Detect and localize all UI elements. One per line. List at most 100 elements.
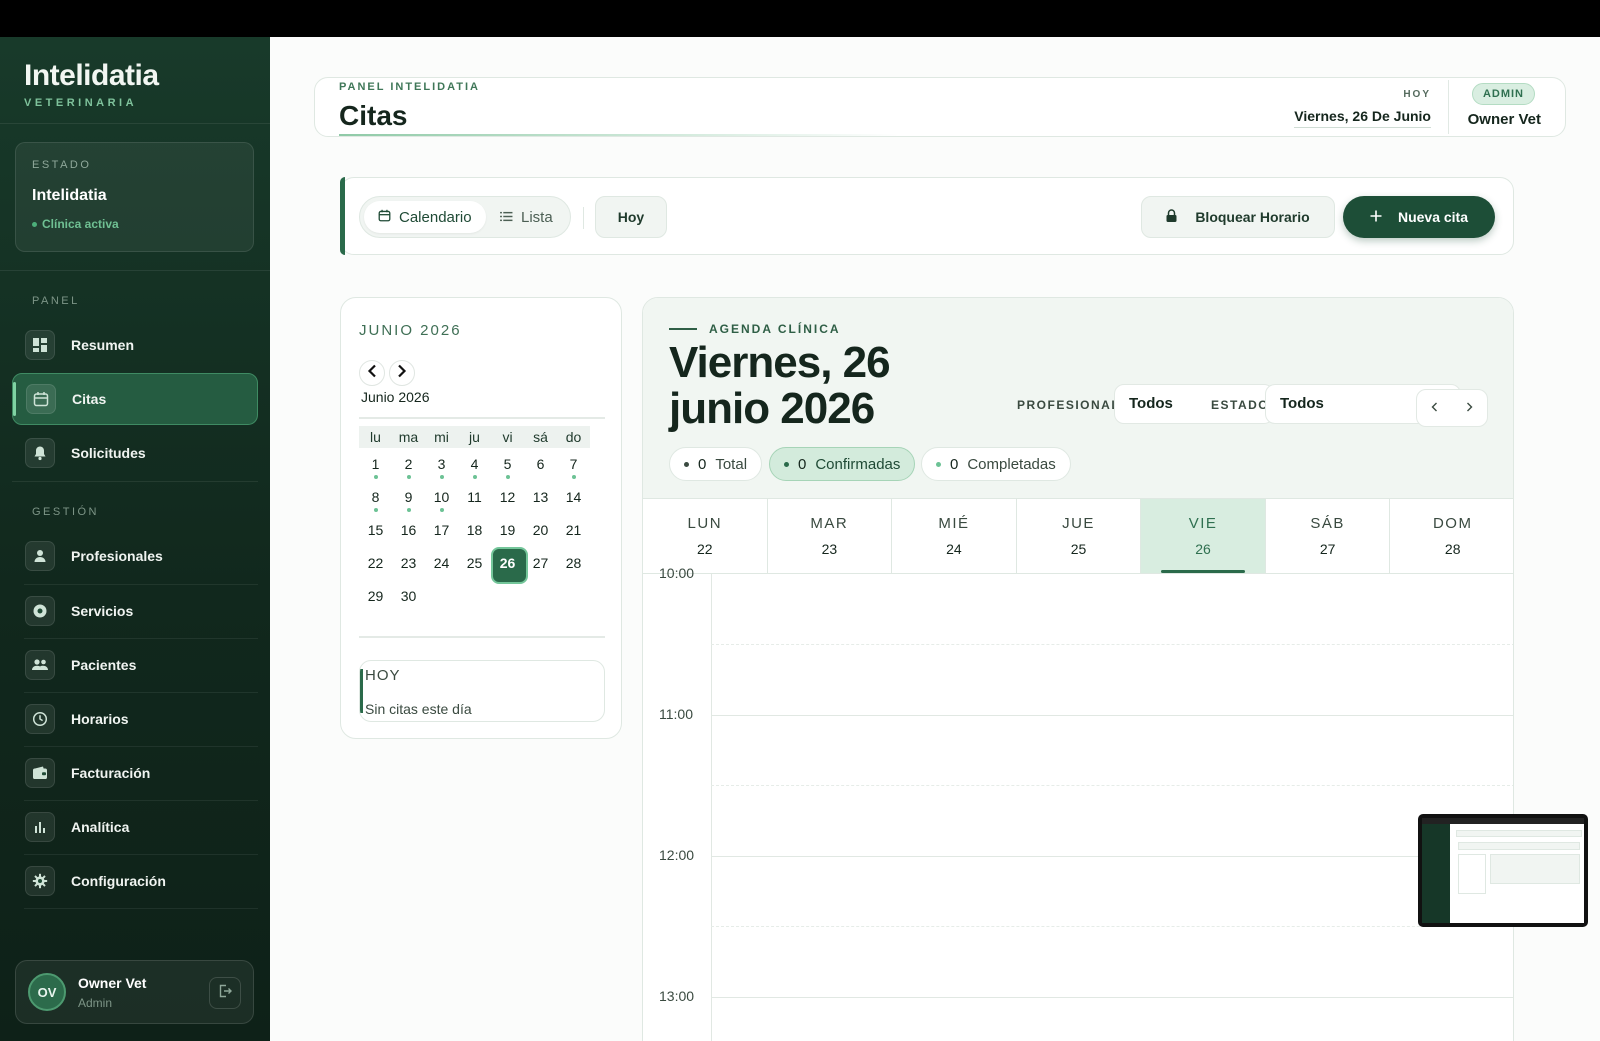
view-list-button[interactable]: Lista — [486, 201, 567, 233]
calendar-day[interactable]: 23 — [392, 547, 425, 580]
section-label-gestion: GESTIÓN — [32, 506, 100, 518]
calendar-day-selected[interactable]: 26 — [491, 547, 528, 584]
new-appointment-button[interactable]: Nueva cita — [1343, 196, 1495, 238]
calendar-day[interactable]: 2 — [392, 448, 425, 481]
calendar-day-number: 14 — [565, 489, 582, 505]
calendar-day[interactable]: 28 — [557, 547, 590, 580]
header-user-name[interactable]: Owner Vet — [1468, 111, 1541, 128]
block-schedule-label: Bloquear Horario — [1195, 209, 1310, 225]
sidebar-divider — [0, 123, 270, 124]
day-column-header[interactable]: MIÉ 24 — [892, 499, 1017, 573]
calendar-day[interactable]: 30 — [392, 580, 425, 613]
stat-chip-completadas[interactable]: 0 Completadas — [921, 447, 1071, 481]
logout-button[interactable] — [209, 977, 241, 1009]
sidebar-item-configuracion[interactable]: Configuración — [12, 855, 258, 907]
calendar-day[interactable]: 7 — [557, 448, 590, 481]
page-eyebrow: PANEL INTELIDATIA — [339, 81, 480, 93]
day-column-header[interactable]: SÁB 27 — [1266, 499, 1391, 573]
calendar-day[interactable]: 8 — [359, 481, 392, 514]
sidebar-item-horarios[interactable]: Horarios — [12, 693, 258, 745]
clinic-status-card: ESTADO Intelidatia Clínica activa — [15, 142, 254, 252]
calendar-day[interactable]: 25 — [458, 547, 491, 580]
day-name: SÁB — [1310, 515, 1345, 532]
calendar-day[interactable]: 3 — [425, 448, 458, 481]
mini-calendar-divider — [359, 417, 605, 419]
view-toggle: Calendario Lista — [359, 196, 571, 238]
plus-icon — [1370, 209, 1382, 225]
calendar-day[interactable]: 9 — [392, 481, 425, 514]
calendar-day[interactable]: 4 — [458, 448, 491, 481]
calendar-day-number: 16 — [400, 522, 417, 538]
day-column-header-today[interactable]: VIE 26 — [1141, 499, 1266, 573]
sidebar-divider — [0, 270, 270, 271]
calendar-day[interactable]: 1 — [359, 448, 392, 481]
calendar-day-number: 24 — [433, 555, 450, 571]
next-week-button[interactable] — [1452, 390, 1487, 426]
day-column-header[interactable]: LUN 22 — [643, 499, 768, 573]
chip-label: Confirmadas — [815, 455, 901, 473]
calendar-day[interactable]: 15 — [359, 514, 392, 547]
calendar-day[interactable]: 20 — [524, 514, 557, 547]
sidebar-item-solicitudes[interactable]: Solicitudes — [12, 427, 258, 479]
day-column-header[interactable]: JUE 25 — [1017, 499, 1142, 573]
calendar-week-row: 15 16 17 18 19 20 21 — [359, 514, 590, 547]
calendar-day[interactable]: 16 — [392, 514, 425, 547]
time-grid[interactable]: 10:00 11:00 12:00 13:00 — [643, 565, 1513, 1041]
sidebar-item-label: Horarios — [71, 711, 129, 727]
half-hour-line — [711, 644, 1513, 645]
role-badge: ADMIN — [1471, 83, 1535, 105]
calendar-day[interactable]: 24 — [425, 547, 458, 580]
lock-icon — [1166, 209, 1177, 225]
stat-chip-total[interactable]: 0 Total — [669, 447, 763, 481]
prev-week-button[interactable] — [1417, 390, 1452, 426]
stat-chip-confirmadas[interactable]: 0 Confirmadas — [769, 447, 916, 481]
bell-icon — [25, 438, 55, 468]
next-month-button[interactable] — [389, 360, 415, 386]
calendar-day[interactable]: 13 — [524, 481, 557, 514]
day-name: MAR — [810, 515, 849, 532]
calendar-day[interactable]: 19 — [491, 514, 524, 547]
calendar-day-number: 19 — [499, 522, 516, 538]
user-card[interactable]: OV Owner Vet Admin — [15, 960, 254, 1024]
brand-logo[interactable]: Intelidatia VETERINARIA — [24, 59, 159, 109]
calendar-day[interactable]: 17 — [425, 514, 458, 547]
sidebar-item-analitica[interactable]: Analítica — [12, 801, 258, 853]
time-label: 10:00 — [659, 565, 695, 581]
calendar-day[interactable]: 6 — [524, 448, 557, 481]
calendar-day[interactable]: 12 — [491, 481, 524, 514]
block-schedule-button[interactable]: Bloquear Horario — [1141, 196, 1335, 238]
calendar-day-number: 7 — [569, 456, 578, 472]
sidebar-item-citas[interactable]: Citas — [12, 373, 258, 425]
sidebar-item-facturacion[interactable]: Facturación — [12, 747, 258, 799]
today-summary-text: Sin citas este día — [365, 701, 472, 717]
sidebar-item-profesionales[interactable]: Profesionales — [12, 530, 258, 582]
clinic-status: Clínica activa — [32, 217, 237, 231]
chevron-right-icon — [1466, 399, 1473, 417]
mini-calendar: JUNIO 2026 Junio 2026 lu ma mi ju vi sá … — [340, 297, 622, 739]
day-column-header[interactable]: DOM 28 — [1390, 499, 1513, 573]
view-calendar-button[interactable]: Calendario — [364, 201, 486, 233]
calendar-day[interactable]: 22 — [359, 547, 392, 580]
day-name: JUE — [1062, 515, 1095, 532]
calendar-day[interactable]: 21 — [557, 514, 590, 547]
calendar-day[interactable]: 14 — [557, 481, 590, 514]
calendar-day[interactable]: 27 — [524, 547, 557, 580]
today-button[interactable]: Hoy — [595, 196, 667, 238]
calendar-day[interactable]: 5 — [491, 448, 524, 481]
calendar-day[interactable]: 29 — [359, 580, 392, 613]
screenshot-thumbnail[interactable] — [1418, 814, 1588, 927]
sidebar-item-label: Servicios — [71, 603, 134, 619]
sidebar-item-servicios[interactable]: Servicios — [12, 585, 258, 637]
agenda-header: AGENDA CLÍNICA Viernes, 26 junio 2026 PR… — [643, 298, 1513, 498]
day-column-header[interactable]: MAR 23 — [768, 499, 893, 573]
today-date: Viernes, 26 De Junio — [1294, 108, 1431, 128]
sidebar-item-pacientes[interactable]: Pacientes — [12, 639, 258, 691]
prev-month-button[interactable] — [359, 360, 385, 386]
calendar-day[interactable]: 10 — [425, 481, 458, 514]
calendar-day[interactable]: 11 — [458, 481, 491, 514]
calendar-day-number: 4 — [470, 456, 479, 472]
calendar-day[interactable]: 18 — [458, 514, 491, 547]
list-icon — [500, 209, 513, 226]
sidebar-item-resumen[interactable]: Resumen — [12, 319, 258, 371]
hour-line — [711, 715, 1513, 716]
